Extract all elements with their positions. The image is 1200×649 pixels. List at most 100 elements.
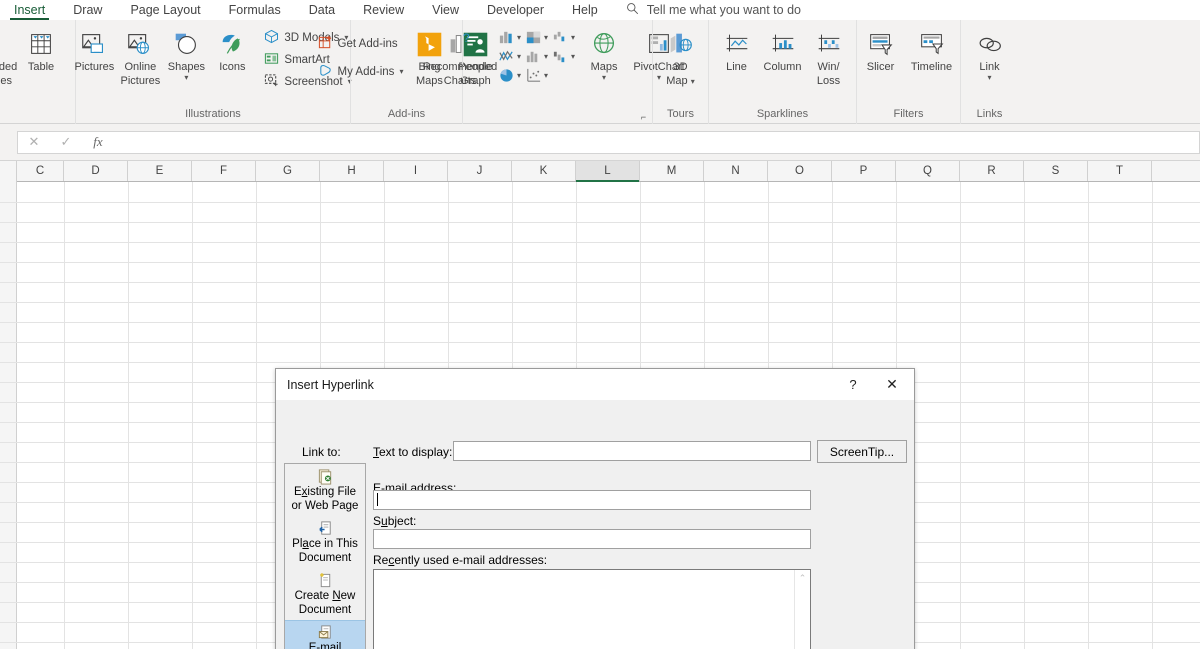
recently-used-listbox[interactable]: ⌃ ⌄ (373, 569, 811, 649)
link-dropdown-caret[interactable]: ▾ (987, 73, 991, 82)
formula-cancel-icon[interactable]: ✕ (18, 132, 50, 153)
column-header-L[interactable]: L (576, 161, 640, 182)
waterfall-caret[interactable]: ▾ (571, 33, 575, 42)
tab-developer[interactable]: Developer (473, 0, 558, 20)
recently-used-label: Recently used e-mail addresses: (373, 553, 548, 567)
maps-button[interactable]: Maps ▾ (581, 25, 627, 82)
recommended-pivottables-button[interactable]: nded les (0, 25, 18, 87)
3d-map-button[interactable]: 3D Map ▾ (658, 25, 704, 87)
text-to-display-input[interactable] (453, 441, 811, 461)
combo-chart-button[interactable]: ▾ (552, 48, 575, 65)
pie-doughnut-chart-button[interactable]: ▾ (498, 67, 521, 84)
column-header-P[interactable]: P (832, 161, 896, 181)
column-header-K[interactable]: K (512, 161, 576, 181)
recommended-charts-button[interactable]: ? Recommended Charts (423, 25, 498, 87)
help-icon[interactable]: ? (836, 369, 870, 400)
icons-button[interactable]: Icons (209, 25, 255, 74)
sidebar-item-email-address[interactable]: E-mail Address (285, 620, 365, 649)
waterfall-chart-button[interactable]: ▾ (552, 29, 575, 46)
shapes-dropdown-caret[interactable]: ▾ (184, 73, 188, 82)
grid-row-line (0, 302, 1200, 303)
pictures-button[interactable]: Pictures (71, 25, 117, 74)
listbox-scrollbar[interactable]: ⌃ ⌄ (794, 570, 810, 649)
sparkline-line-button[interactable]: Line (714, 25, 760, 74)
column-header-T[interactable]: T (1088, 161, 1152, 181)
column-header-O[interactable]: O (768, 161, 832, 181)
hierarchy-caret[interactable]: ▾ (544, 33, 548, 42)
column-bar-caret[interactable]: ▾ (517, 33, 521, 42)
column-header-D[interactable]: D (64, 161, 128, 181)
tell-me-search[interactable]: Tell me what you want to do (626, 2, 801, 18)
tab-view[interactable]: View (418, 0, 473, 20)
column-header-Q[interactable]: Q (896, 161, 960, 181)
dialog-title: Insert Hyperlink (287, 377, 374, 392)
subject-input[interactable] (373, 529, 811, 549)
slicer-button[interactable]: Slicer (858, 25, 904, 74)
scatter-chart-button[interactable]: ▾ (525, 67, 548, 84)
sidebar-label-place-2: Document (298, 552, 352, 564)
table-button[interactable]: Table (18, 25, 64, 74)
icons-icon (217, 28, 247, 60)
ribbon-group-filters: Slicer Timeline Filters (856, 20, 960, 124)
tab-draw[interactable]: Draw (59, 0, 116, 20)
column-header-F[interactable]: F (192, 161, 256, 181)
screentip-button[interactable]: ScreenTip... (817, 440, 907, 463)
name-box[interactable] (0, 124, 17, 160)
tab-help[interactable]: Help (558, 0, 612, 20)
group-label-links: Links (976, 108, 1003, 120)
sidebar-item-place-in-document[interactable]: Place in This Document (285, 516, 365, 568)
column-header-J[interactable]: J (448, 161, 512, 181)
column-header-C[interactable]: C (17, 161, 64, 181)
timeline-button[interactable]: Timeline (904, 25, 960, 74)
tab-insert[interactable]: Insert (0, 0, 59, 20)
tab-formulas[interactable]: Formulas (215, 0, 295, 20)
select-all-corner[interactable] (0, 161, 17, 182)
column-header-E[interactable]: E (128, 161, 192, 181)
close-icon[interactable]: ✕ (870, 369, 914, 400)
formula-input[interactable] (114, 130, 1200, 154)
online-pictures-icon (125, 28, 155, 60)
sparkline-winloss-button[interactable]: Win/ Loss (806, 25, 852, 87)
column-header-N[interactable]: N (704, 161, 768, 181)
tab-review[interactable]: Review (349, 0, 418, 20)
dialog-title-bar[interactable]: Insert Hyperlink ? ✕ (276, 369, 914, 401)
grid-row-line (0, 322, 1200, 323)
column-header-H[interactable]: H (320, 161, 384, 181)
column-header-R[interactable]: R (960, 161, 1024, 181)
sparkline-column-button[interactable]: Column (760, 25, 806, 74)
line-area-caret[interactable]: ▾ (517, 52, 521, 61)
column-header-M[interactable]: M (640, 161, 704, 181)
sparkline-column-icon (768, 28, 798, 60)
get-addins-button[interactable]: Get Add-ins (315, 33, 407, 55)
tab-page-layout[interactable]: Page Layout (116, 0, 214, 20)
sidebar-item-existing-file[interactable]: Existing File or Web Page (285, 464, 365, 516)
line-area-chart-button[interactable]: ▾ (498, 48, 521, 65)
insert-function-icon[interactable]: fx (82, 132, 114, 153)
grid-col-line (128, 182, 129, 649)
scatter-caret[interactable]: ▾ (544, 71, 548, 80)
tab-data[interactable]: Data (295, 0, 349, 20)
column-header-S[interactable]: S (1024, 161, 1088, 181)
formula-enter-icon[interactable]: ✓ (50, 132, 82, 153)
statistic-chart-button[interactable]: ▾ (525, 48, 548, 65)
column-header-G[interactable]: G (256, 161, 320, 181)
sidebar-item-create-new-document[interactable]: Create New Document (285, 568, 365, 620)
hierarchy-chart-button[interactable]: ▾ (525, 29, 548, 46)
charts-dialog-launcher[interactable]: ⌐ (639, 113, 648, 122)
online-pictures-button[interactable]: Online Pictures (117, 25, 163, 87)
3d-map-dropdown-caret[interactable]: ▾ (691, 77, 695, 86)
3d-models-icon (264, 29, 279, 47)
maps-dropdown-caret[interactable]: ▾ (602, 73, 606, 82)
column-header-I[interactable]: I (384, 161, 448, 181)
link-button[interactable]: Link ▾ (967, 25, 1013, 82)
grid-col-line (1024, 182, 1025, 649)
my-addins-button[interactable]: My Add-ins ▾ (315, 61, 407, 83)
scroll-up-icon[interactable]: ⌃ (799, 573, 807, 584)
my-addins-dropdown-caret[interactable]: ▾ (399, 68, 403, 76)
combo-caret[interactable]: ▾ (571, 52, 575, 61)
email-address-input[interactable] (373, 490, 811, 510)
pie-caret[interactable]: ▾ (517, 71, 521, 80)
statistic-caret[interactable]: ▾ (544, 52, 548, 61)
column-bar-chart-button[interactable]: ▾ (498, 29, 521, 46)
shapes-button[interactable]: Shapes ▾ (163, 25, 209, 82)
